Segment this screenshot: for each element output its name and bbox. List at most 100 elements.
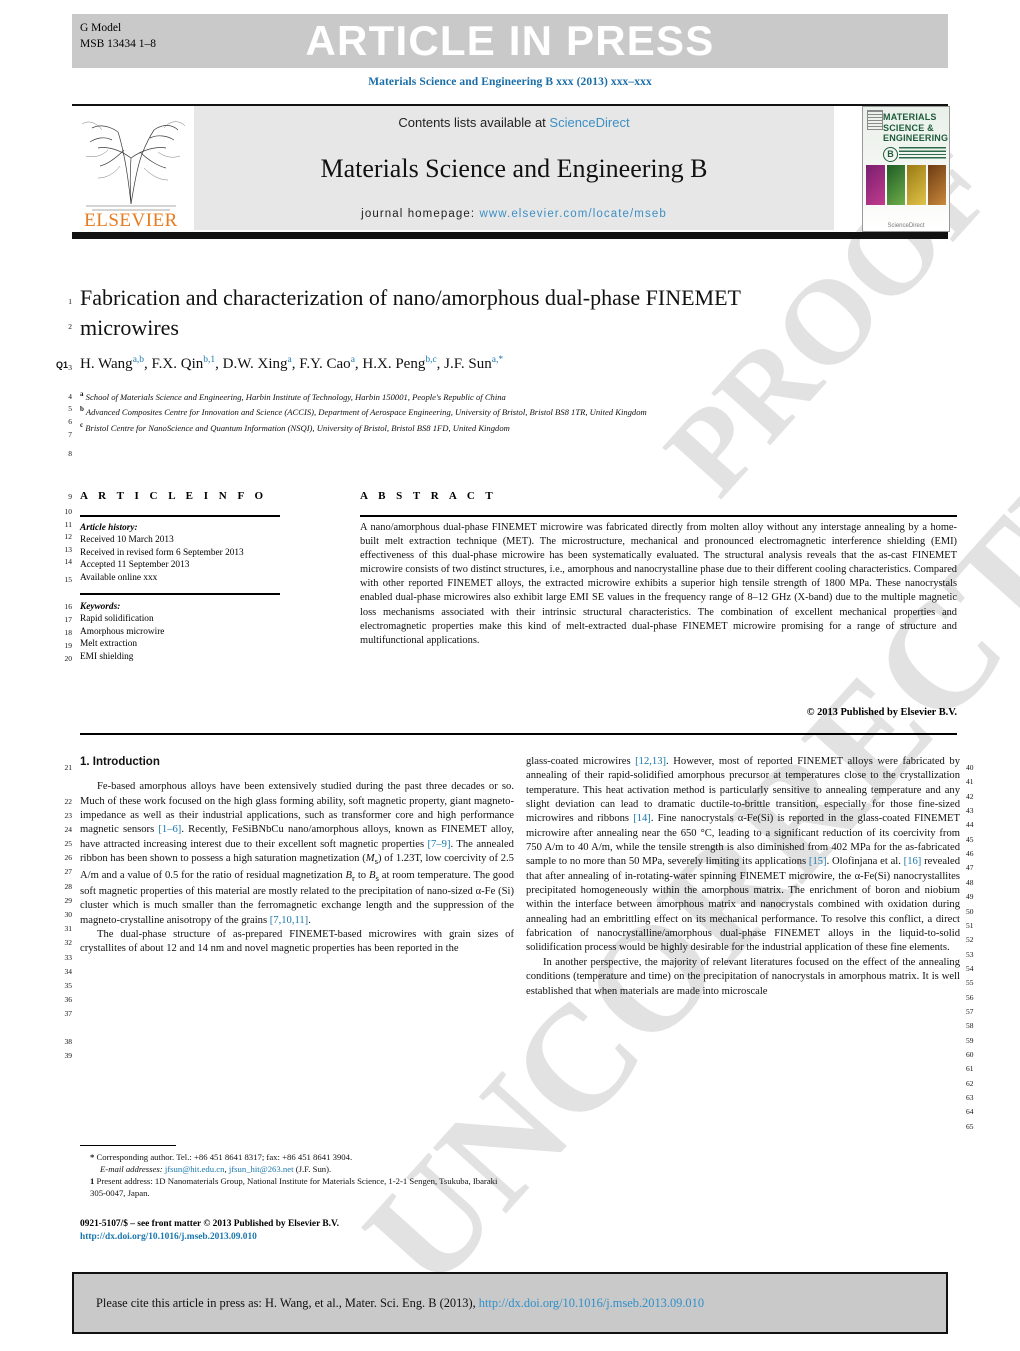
sciencedirect-link[interactable]: ScienceDirect: [549, 115, 629, 130]
line-number: 54: [966, 963, 974, 973]
line-number: 32: [64, 938, 73, 947]
line-number: 13: [64, 545, 73, 554]
line-number: 11: [64, 520, 72, 529]
line-number: 59: [966, 1035, 974, 1045]
cover-barcode-icon: [867, 110, 883, 130]
line-number: 53: [966, 949, 974, 959]
line-number: 58: [966, 1021, 974, 1031]
affiliation-text: School of Materials Science and Engineer…: [85, 391, 506, 402]
line-number: 33: [64, 953, 73, 962]
masthead-body: Contents lists available at ScienceDirec…: [194, 106, 834, 230]
issn-front-matter: 0921-5107/$ – see front matter © 2013 Pu…: [80, 1219, 339, 1229]
line-number: 15: [64, 575, 73, 584]
body-column-right: glass-coated microwires [12,13]. However…: [526, 755, 960, 999]
line-number: 60: [966, 1050, 974, 1059]
affiliation-item: b Advanced Composites Centre for Innovat…: [80, 403, 880, 418]
keywords-label: Keywords:: [80, 602, 121, 612]
paragraph: glass-coated microwires [12,13]. However…: [526, 756, 961, 954]
line-number: 17: [64, 615, 73, 624]
affiliation-item: a School of Materials Science and Engine…: [80, 388, 880, 403]
journal-title: Materials Science and Engineering B: [320, 154, 708, 183]
keywords-block: Keywords: Rapid solidification Amorphous…: [80, 601, 295, 663]
email-address-2[interactable]: jfsun_hit@263.net: [229, 1164, 294, 1174]
line-number: 29: [64, 896, 73, 905]
line-number: 57: [966, 1006, 974, 1016]
keyword-item: Amorphous microwire: [80, 626, 165, 637]
line-number: 30: [64, 910, 73, 919]
line-number: 63: [966, 1093, 974, 1103]
keyword-item: Rapid solidification: [80, 614, 154, 625]
line-number: 7: [68, 430, 72, 439]
line-number: 47: [966, 863, 974, 873]
line-number: 18: [64, 628, 73, 637]
journal-homepage-line: journal homepage: www.elsevier.com/locat…: [361, 208, 667, 220]
footnote-rule: [80, 1145, 176, 1147]
line-number: 48: [966, 877, 974, 887]
present-address-note: 1 Present address: 1D Nanomaterials Grou…: [90, 1176, 498, 1198]
line-number: 20: [64, 654, 73, 663]
journal-homepage-url[interactable]: www.elsevier.com/locate/mseb: [479, 208, 666, 220]
line-number: 24: [64, 825, 73, 834]
footnote-block: * Corresponding author. Tel.: +86 451 86…: [80, 1152, 514, 1199]
line-number: 64: [966, 1107, 974, 1117]
journal-homepage-label: journal homepage:: [361, 208, 476, 220]
article-history-block: Article history: Received 10 March 2013 …: [80, 522, 295, 584]
elsevier-logo: ELSEVIER: [72, 106, 190, 231]
line-number: 41: [966, 777, 974, 787]
line-number: 6: [68, 417, 72, 426]
line-number: 52: [966, 935, 974, 945]
cover-line-1: MATERIALS: [883, 112, 937, 122]
line-number: 10: [64, 507, 73, 516]
line-number: 50: [966, 906, 974, 916]
history-item: Received in revised form 6 September 201…: [80, 547, 244, 558]
line-number: 14: [64, 557, 73, 566]
cite-doi-link[interactable]: http://dx.doi.org/10.1016/j.mseb.2013.09…: [479, 1296, 704, 1310]
abstract-rule-bottom: [80, 733, 957, 735]
line-number: 40: [966, 763, 974, 772]
affiliation-list: a School of Materials Science and Engine…: [80, 388, 880, 434]
history-item: Available online xxx: [80, 572, 158, 583]
affiliation-marker: c: [80, 420, 84, 429]
affiliation-item: c Bristol Centre for NanoScience and Qua…: [80, 419, 880, 434]
cover-footer-text: ScienceDirect: [887, 223, 925, 229]
paragraph: In another perspective, the majority of …: [526, 956, 960, 997]
keyword-item: EMI shielding: [80, 651, 134, 662]
line-number: 28: [64, 882, 73, 891]
email-label: E-mail addresses:: [100, 1163, 163, 1174]
line-number: 37: [64, 1009, 73, 1018]
page-title: Fabrication and characterization of nano…: [80, 285, 741, 340]
cover-subtitle-lines: [899, 147, 946, 159]
manuscript-id: MSB 13434 1–8: [80, 38, 157, 50]
line-number: 61: [966, 1064, 974, 1074]
line-number: 21: [64, 763, 73, 772]
affiliation-marker: b: [80, 405, 84, 414]
email-note: E-mail addresses: jfsun@hit.edu.cn, jfsu…: [100, 1163, 332, 1174]
affiliation-marker: a: [80, 390, 84, 398]
email-address-1[interactable]: jfsun@hit.edu.cn: [165, 1164, 225, 1174]
section-heading-introduction: 1. Introduction: [80, 756, 160, 768]
line-number: 27: [64, 867, 73, 876]
issn-doi-link[interactable]: http://dx.doi.org/10.1016/j.mseb.2013.09…: [80, 1231, 520, 1244]
history-item: Accepted 11 September 2013: [80, 560, 190, 571]
keyword-item: Melt extraction: [80, 639, 138, 650]
elsevier-tree-icon: ELSEVIER: [72, 106, 190, 231]
affiliation-text: Bristol Centre for NanoScience and Quant…: [85, 422, 510, 433]
journal-cover-thumbnail[interactable]: MATERIALS SCIENCE & ENGINEERING B Scienc…: [862, 106, 950, 232]
paragraph: Fe-based amorphous alloys have been exte…: [80, 781, 514, 926]
line-number: 9: [68, 492, 72, 501]
line-number: 51: [966, 920, 974, 930]
author-list: H. Wanga,b, F.X. Qinb,1, D.W. Xinga, F.Y…: [80, 355, 504, 372]
line-number: 8: [68, 449, 72, 458]
cite-this-article-text: Please cite this article in press as: H.…: [74, 1296, 704, 1311]
line-number: 3: [68, 363, 72, 372]
affiliation-text: Advanced Composites Centre for Innovatio…: [85, 407, 647, 418]
article-info-heading: A R T I C L E I N F O: [80, 490, 268, 502]
contents-lists-prefix: Contents lists available at: [398, 115, 550, 130]
line-number: 1: [68, 297, 72, 306]
line-number: 12: [64, 532, 73, 541]
line-number: 46: [966, 849, 974, 859]
masthead: ELSEVIER Contents lists available at Sci…: [72, 106, 950, 232]
abstract-copyright: © 2013 Published by Elsevier B.V.: [806, 707, 957, 718]
cover-title-text: MATERIALS SCIENCE & ENGINEERING: [883, 112, 948, 144]
line-number: 55: [966, 978, 974, 988]
